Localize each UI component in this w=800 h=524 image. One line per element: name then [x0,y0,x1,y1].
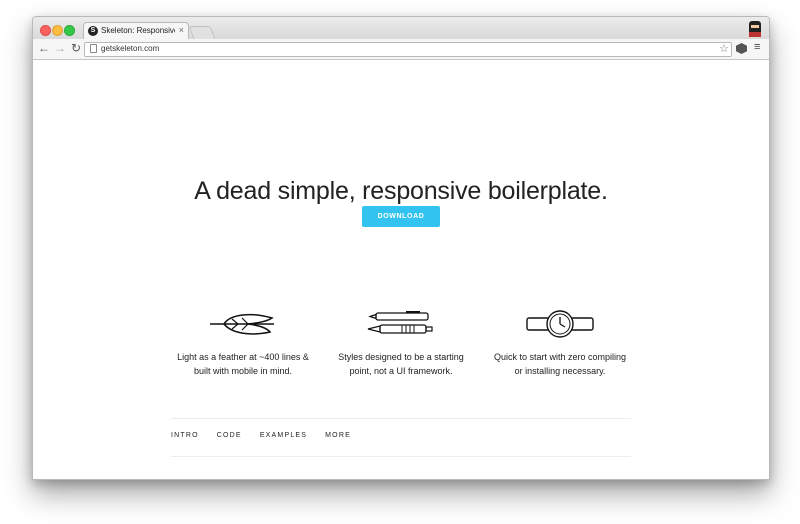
page-icon [90,44,97,53]
hero-title: A dead simple, responsive boilerplate. [194,177,608,205]
browser-toolbar: ← → ↻ getskeleton.com ☆ ≡ [33,39,769,60]
download-button[interactable]: DOWNLOAD [362,206,440,227]
close-icon[interactable]: × [179,25,184,35]
profile-avatar-icon[interactable] [747,19,763,37]
nav-more[interactable]: MORE [325,432,351,439]
favicon-icon: S [88,26,98,36]
page-content: A dead simple, responsive boilerplate. D… [33,60,769,479]
back-icon[interactable]: ← [37,41,51,55]
close-window-button[interactable] [40,25,51,36]
divider [171,456,631,457]
watch-icon [526,310,594,338]
zoom-window-button[interactable] [64,25,75,36]
feature-watch [477,310,643,338]
nav-code[interactable]: CODE [217,432,242,439]
feature-feather [160,310,326,338]
extension-icon[interactable] [736,43,747,54]
forward-icon[interactable]: → [53,41,67,55]
star-icon[interactable]: ☆ [719,42,729,55]
feature-pens [318,310,484,338]
menu-icon[interactable]: ≡ [754,41,760,53]
feature-text-pens: Styles designed to be a starting point, … [338,352,464,376]
divider [171,418,631,419]
pens-icon [367,311,433,334]
title-bar: S Skeleton: Responsive CSS × [33,17,769,40]
section-nav: INTRO CODE EXAMPLES MORE [171,432,369,439]
minimize-window-button[interactable] [52,25,63,36]
browser-tab[interactable]: S Skeleton: Responsive CSS × [83,22,189,40]
nav-intro[interactable]: INTRO [171,432,199,439]
new-tab-button[interactable] [188,26,216,39]
reload-icon[interactable]: ↻ [69,41,83,55]
url-text: getskeleton.com [101,44,160,53]
feature-text-feather: Light as a feather at ~400 lines & built… [177,352,309,376]
browser-window: S Skeleton: Responsive CSS × ← → ↻ getsk… [32,16,770,480]
feature-text-watch: Quick to start with zero compiling or in… [493,352,627,376]
nav-examples[interactable]: EXAMPLES [260,432,307,439]
address-bar[interactable]: getskeleton.com ☆ [84,42,732,57]
feather-icon [210,313,274,335]
tab-title: Skeleton: Responsive CSS [101,26,175,35]
